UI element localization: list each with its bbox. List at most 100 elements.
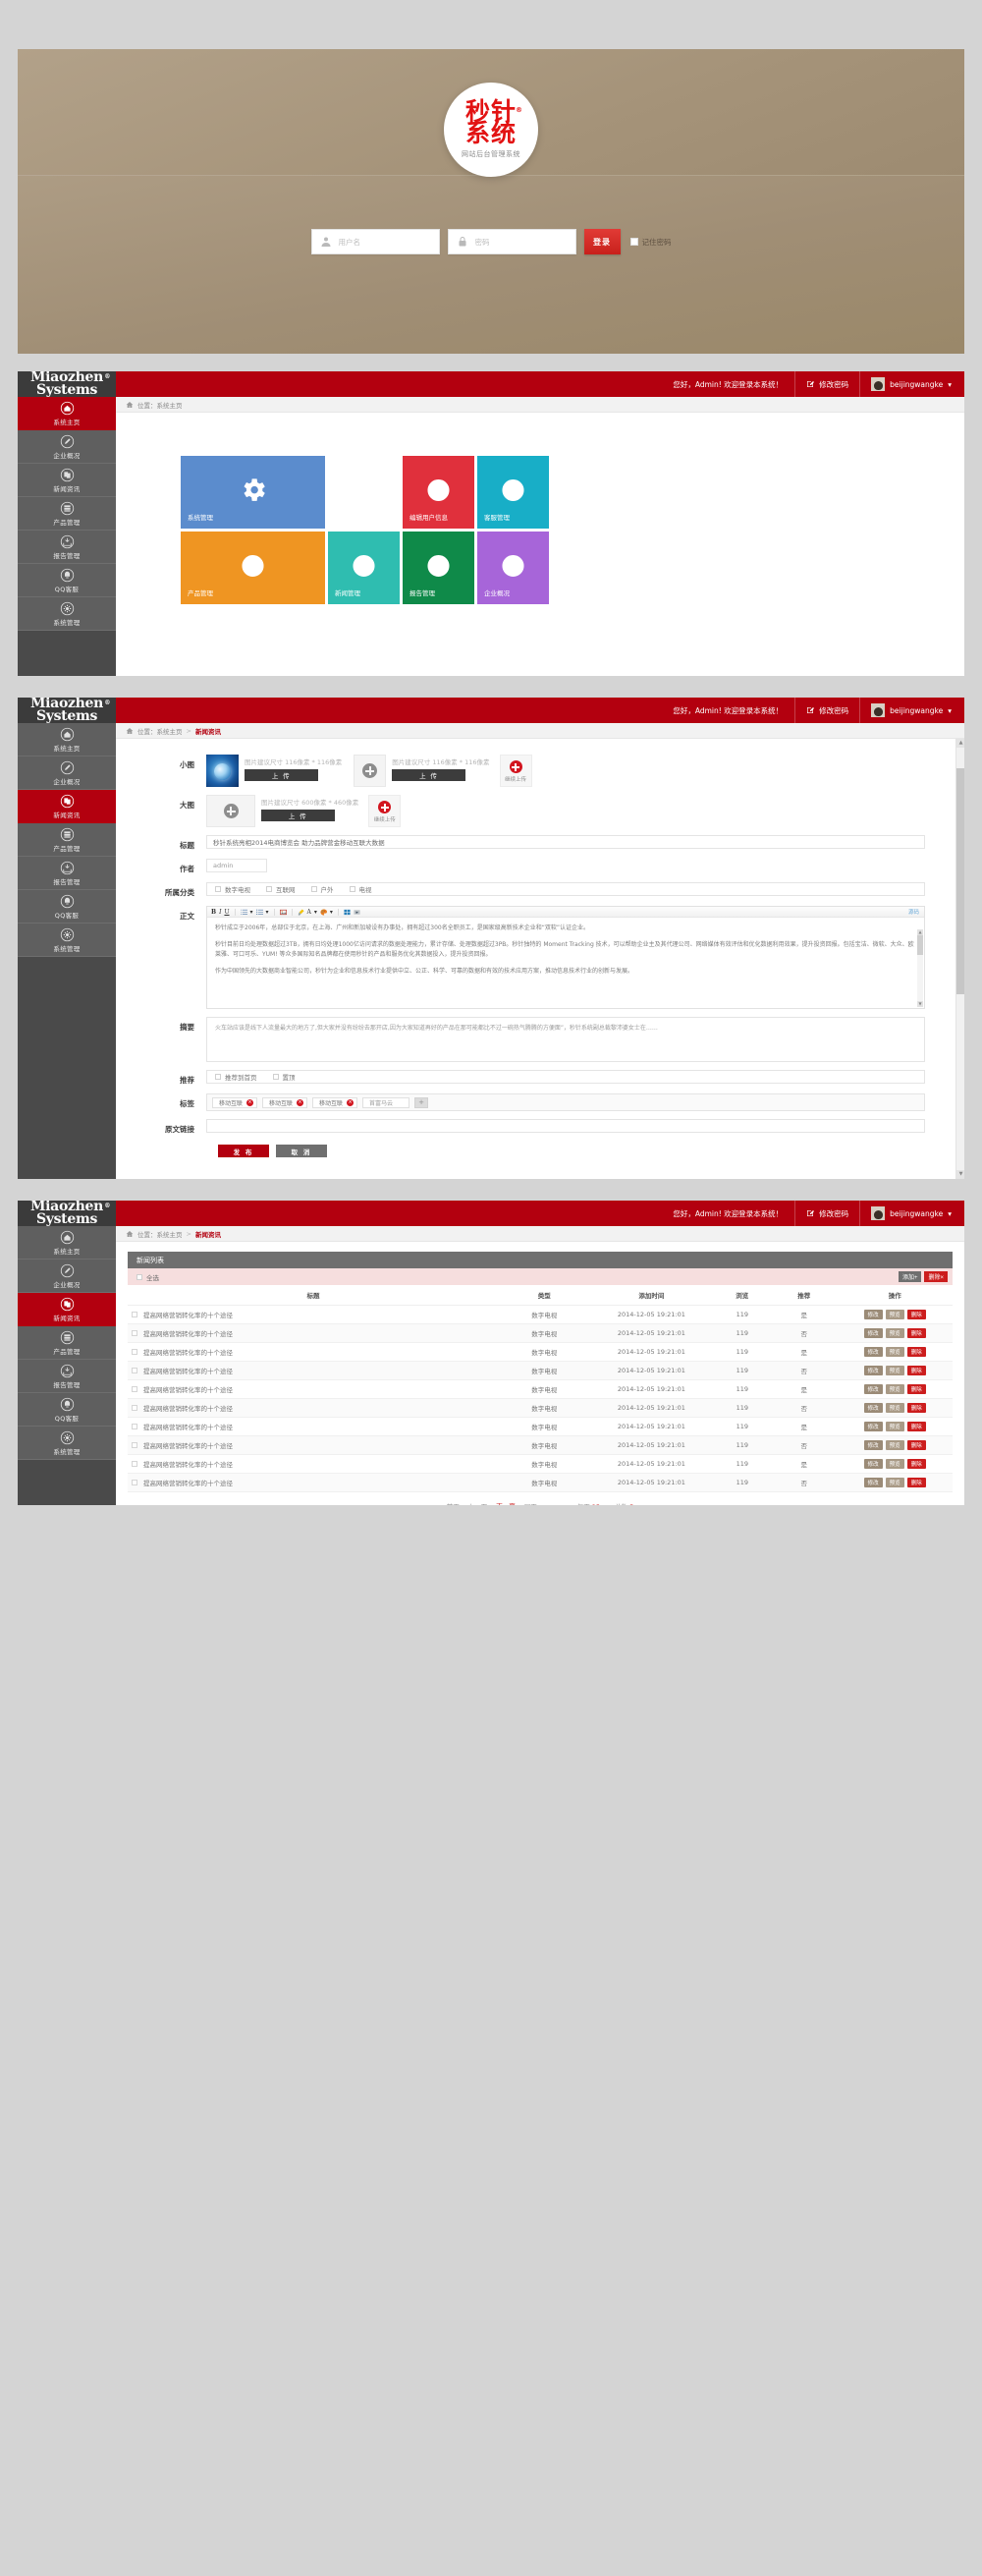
- delete-row-button[interactable]: 删除: [906, 1328, 926, 1338]
- tag-chip[interactable]: 移动互联 ×: [262, 1096, 308, 1108]
- sidebar-item-qq[interactable]: QQ客服: [18, 1393, 116, 1427]
- category-option-internet[interactable]: 互联网: [266, 884, 296, 894]
- row-checkbox[interactable]: [132, 1312, 137, 1317]
- page-last[interactable]: 尾页: [524, 1501, 537, 1506]
- select-all-toggle[interactable]: 全选: [136, 1272, 159, 1282]
- summary-textarea[interactable]: 火车站应该是线下人流量最大的地方了,但大家并没有纷纷去那开店,因为大家知道再好的…: [206, 1017, 925, 1062]
- tile-service-management[interactable]: 客服管理: [477, 456, 549, 529]
- font-color-button[interactable]: A: [307, 907, 311, 918]
- edit-row-button[interactable]: 修改: [863, 1328, 883, 1338]
- scroll-thumb[interactable]: [956, 768, 964, 994]
- image-icon[interactable]: [279, 909, 287, 916]
- preview-row-button[interactable]: 预览: [885, 1478, 904, 1487]
- preview-row-button[interactable]: 预览: [885, 1366, 904, 1375]
- ordered-list-caret[interactable]: ▾: [250, 907, 253, 918]
- edit-row-button[interactable]: 修改: [863, 1347, 883, 1357]
- row-title[interactable]: 提高网络营销转化率的十个途径: [143, 1403, 233, 1413]
- table-icon[interactable]: [344, 909, 351, 916]
- remember-checkbox[interactable]: [629, 238, 638, 246]
- delete-selected-button[interactable]: 删除×: [924, 1271, 948, 1282]
- delete-row-button[interactable]: 删除: [906, 1440, 926, 1450]
- breadcrumb-current[interactable]: 新闻资讯: [195, 726, 221, 736]
- media-icon[interactable]: [354, 909, 360, 916]
- cancel-button[interactable]: 取 消: [276, 1145, 327, 1157]
- remember-password-toggle[interactable]: 记住密码: [629, 237, 672, 248]
- row-title[interactable]: 提高网络营销转化率的十个途径: [143, 1440, 233, 1450]
- remove-tag-icon[interactable]: ×: [246, 1098, 254, 1106]
- sidebar-item-system[interactable]: 系统管理: [18, 597, 116, 631]
- view-source-button[interactable]: 源码: [908, 908, 919, 916]
- editor-scrollbar[interactable]: ▲ ▼: [917, 929, 923, 1007]
- bold-button[interactable]: B: [211, 907, 216, 918]
- row-title[interactable]: 提高网络营销转化率的十个途径: [143, 1459, 233, 1469]
- preview-row-button[interactable]: 预览: [885, 1440, 904, 1450]
- editor-scroll-down[interactable]: ▼: [917, 1001, 923, 1007]
- delete-row-button[interactable]: 删除: [906, 1347, 926, 1357]
- preview-row-button[interactable]: 预览: [885, 1459, 904, 1469]
- recommend-option-homepage[interactable]: 推荐到首页: [215, 1072, 257, 1082]
- source-link-input[interactable]: [206, 1119, 925, 1133]
- edit-row-button[interactable]: 修改: [863, 1384, 883, 1394]
- tag-input[interactable]: 首富马云: [362, 1096, 410, 1108]
- tag-chip[interactable]: 移动互联 ×: [212, 1096, 258, 1108]
- tile-edit-user-info[interactable]: 编辑用户信息: [403, 456, 474, 529]
- sidebar-item-product[interactable]: 产品管理: [18, 497, 116, 531]
- row-checkbox[interactable]: [132, 1349, 137, 1355]
- category-option-outdoor[interactable]: 户外: [310, 884, 334, 894]
- row-title[interactable]: 提高网络营销转化率的十个途径: [143, 1422, 233, 1431]
- row-checkbox[interactable]: [132, 1405, 137, 1411]
- edit-row-button[interactable]: 修改: [863, 1440, 883, 1450]
- row-title[interactable]: 提高网络营销转化率的十个途径: [143, 1328, 233, 1338]
- row-title[interactable]: 提高网络营销转化率的十个途径: [143, 1366, 233, 1375]
- sidebar-item-report[interactable]: 报告管理: [18, 1360, 116, 1393]
- delete-row-button[interactable]: 删除: [906, 1384, 926, 1394]
- account-menu[interactable]: beijingwangke ▾: [860, 371, 962, 397]
- delete-row-button[interactable]: 删除: [906, 1422, 926, 1431]
- font-color-caret[interactable]: ▾: [314, 907, 317, 918]
- row-title[interactable]: 提高网络营销转化率的十个途径: [143, 1384, 233, 1394]
- sidebar-item-report[interactable]: 报告管理: [18, 531, 116, 564]
- checkbox[interactable]: [272, 1074, 279, 1080]
- delete-row-button[interactable]: 删除: [906, 1403, 926, 1413]
- remove-tag-icon[interactable]: ×: [297, 1098, 304, 1106]
- tile-report-management[interactable]: 报告管理: [403, 532, 474, 604]
- large-image-upload-button[interactable]: 上 传: [261, 810, 335, 821]
- account-menu[interactable]: beijingwangke ▾: [860, 698, 962, 723]
- sidebar-item-product[interactable]: 产品管理: [18, 823, 116, 857]
- delete-row-button[interactable]: 删除: [906, 1310, 926, 1319]
- sidebar-item-qq[interactable]: QQ客服: [18, 890, 116, 924]
- row-checkbox[interactable]: [132, 1330, 137, 1336]
- ordered-list-icon[interactable]: [240, 909, 247, 916]
- scroll-up-arrow[interactable]: ▲: [956, 739, 964, 748]
- row-title[interactable]: 提高网络营销转化率的十个途径: [143, 1347, 233, 1357]
- brush-icon[interactable]: [298, 908, 304, 916]
- row-checkbox[interactable]: [132, 1461, 137, 1467]
- remove-tag-icon[interactable]: ×: [347, 1098, 355, 1106]
- add-news-button[interactable]: 添加+: [898, 1271, 922, 1282]
- username-input[interactable]: 用户名: [310, 229, 440, 254]
- change-password-button[interactable]: 修改密码: [795, 1201, 859, 1226]
- sidebar-item-product[interactable]: 产品管理: [18, 1326, 116, 1360]
- delete-row-button[interactable]: 删除: [906, 1478, 926, 1487]
- unordered-list-caret[interactable]: ▾: [266, 907, 269, 918]
- preview-row-button[interactable]: 预览: [885, 1328, 904, 1338]
- breadcrumb-current[interactable]: 新闻资讯: [195, 1229, 221, 1239]
- scroll-down-arrow[interactable]: ▼: [956, 1170, 964, 1179]
- form-scrollbar[interactable]: ▲ ▼: [955, 739, 964, 1179]
- unordered-list-icon[interactable]: [255, 909, 263, 916]
- sidebar-item-home[interactable]: 系统主页: [18, 723, 116, 756]
- sidebar-item-home[interactable]: 系统主页: [18, 397, 116, 430]
- row-checkbox[interactable]: [132, 1386, 137, 1392]
- palette-caret[interactable]: ▾: [330, 907, 333, 918]
- editor-content[interactable]: 秒针成立于2006年，总部位于北京，在上海、广州和新加坡设有办事处，拥有超过30…: [207, 918, 924, 1008]
- delete-row-button[interactable]: 删除: [906, 1366, 926, 1375]
- title-input[interactable]: 秒针系统亮相2014电商博览会 助力品牌营金移动互联大数据: [206, 835, 925, 849]
- category-option-digital-tv[interactable]: 数字电视: [215, 884, 250, 894]
- publish-button[interactable]: 发 布: [218, 1145, 269, 1157]
- account-menu[interactable]: beijingwangke ▾: [860, 1201, 962, 1226]
- palette-icon[interactable]: [320, 908, 327, 916]
- sidebar-item-system[interactable]: 系统管理: [18, 1427, 116, 1460]
- tag-chip[interactable]: 移动互联 ×: [312, 1096, 358, 1108]
- page-next[interactable]: 下一页: [496, 1500, 516, 1505]
- app-logo[interactable]: Miaozhen ® Systems: [18, 1201, 116, 1226]
